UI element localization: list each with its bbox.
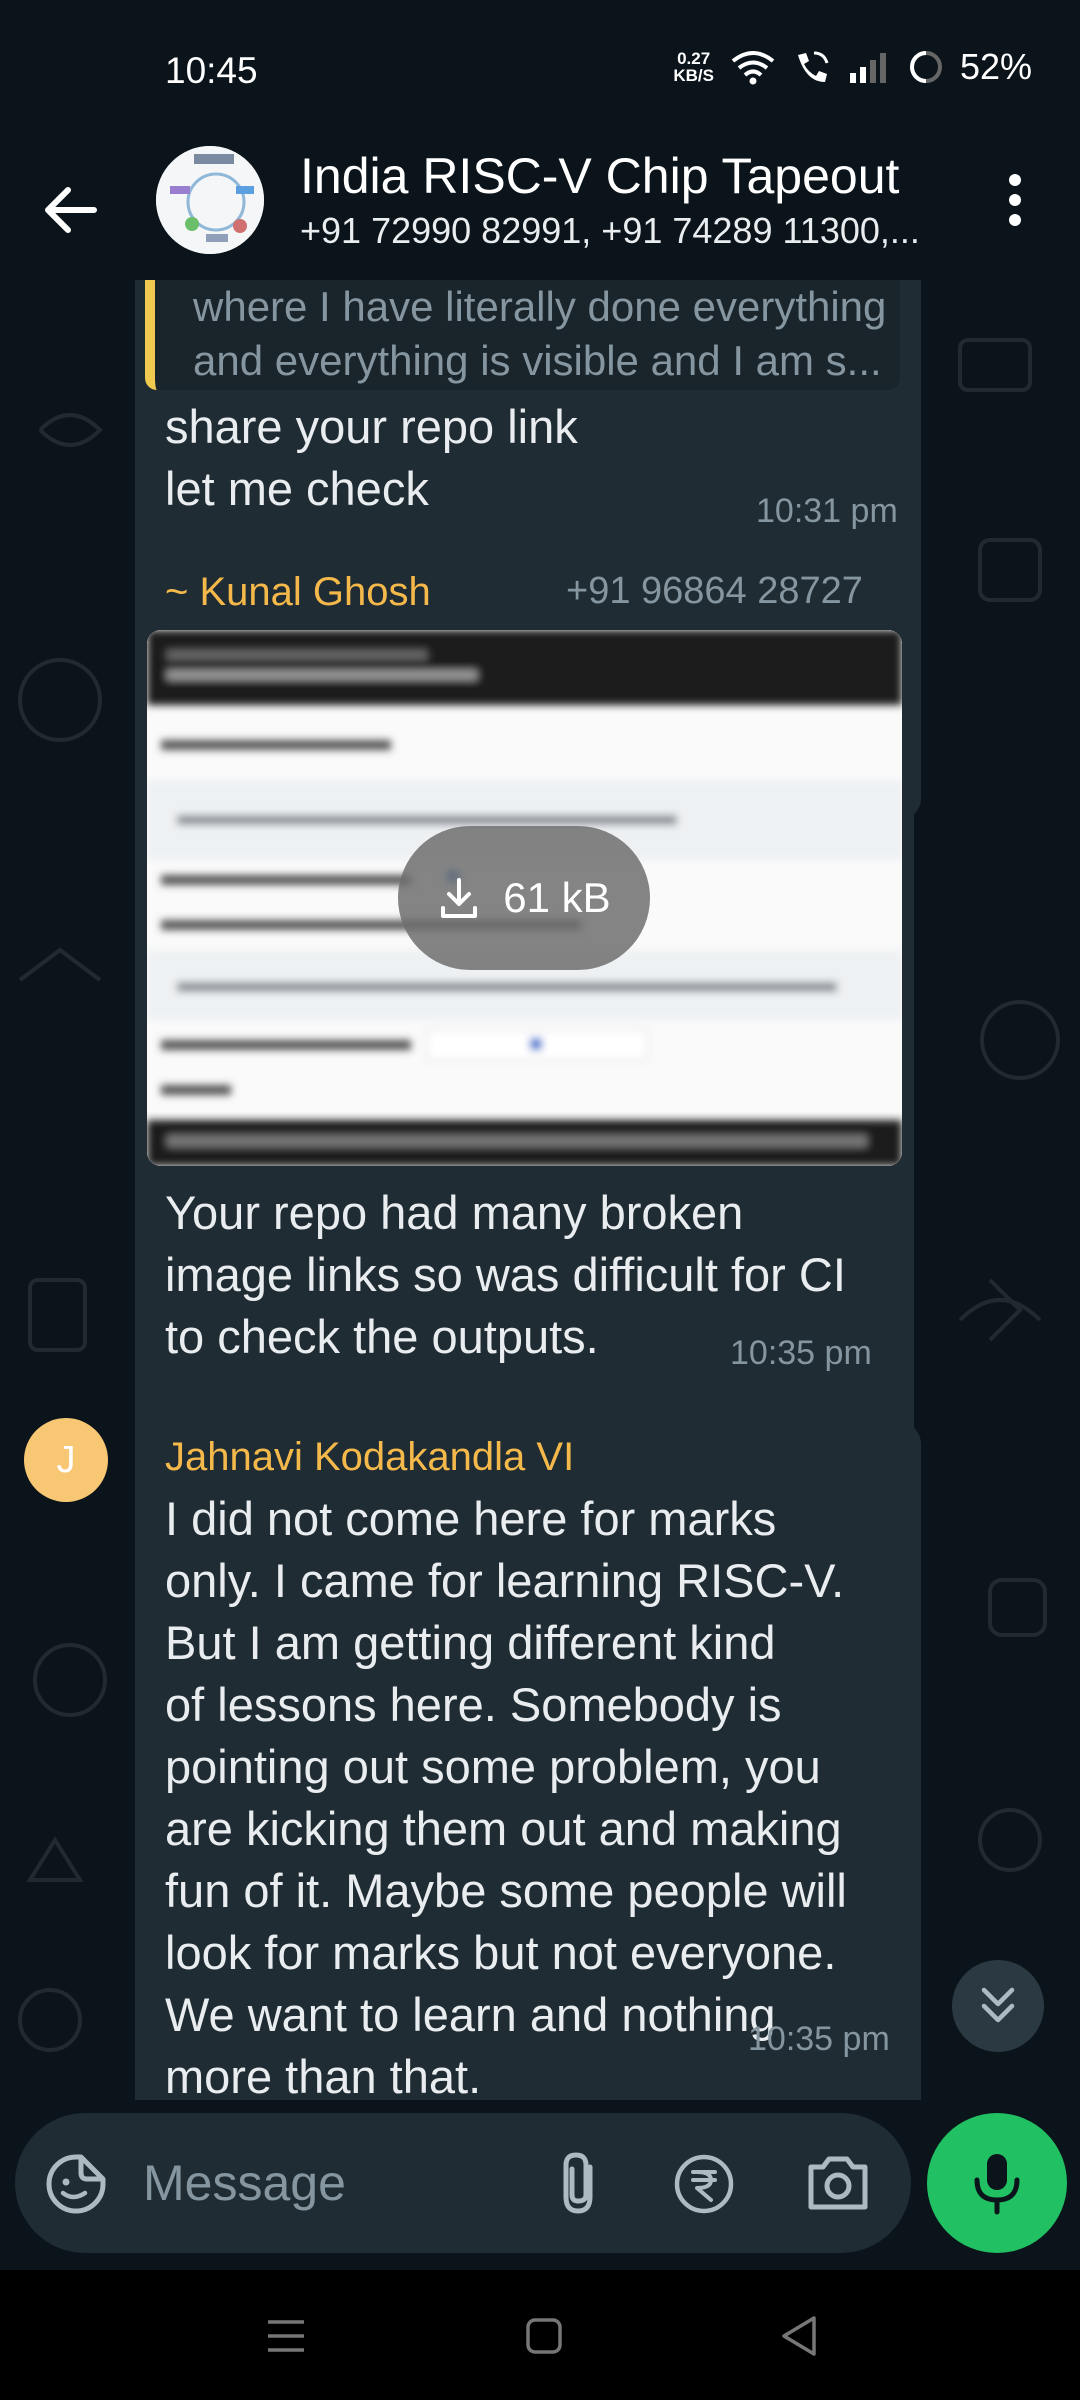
back-triangle-icon[interactable]	[776, 2312, 824, 2360]
recents-menu-icon[interactable]	[262, 2312, 310, 2360]
download-button[interactable]: 61 kB	[398, 826, 650, 970]
attach-icon[interactable]	[550, 2151, 610, 2217]
sender-name[interactable]: Jahnavi Kodakandla VI	[165, 1435, 574, 1480]
message-time: 10:31 pm	[756, 492, 898, 530]
home-square-icon[interactable]	[520, 2312, 568, 2360]
rupee-icon[interactable]	[673, 2153, 735, 2215]
sender-name[interactable]: ~ Kunal Ghosh	[165, 570, 431, 615]
signal-icon	[849, 53, 886, 83]
attachment-size: 61 kB	[503, 874, 611, 921]
group-members[interactable]: +91 72990 82991, +91 74289 11300,...	[300, 210, 920, 252]
voice-message-button[interactable]	[927, 2113, 1067, 2253]
group-avatar-image	[156, 146, 264, 254]
message-time: 10:35 pm	[730, 1334, 872, 1372]
quoted-message[interactable]: where I have literally done everything a…	[145, 280, 900, 390]
status-icons: 0.27 KB/S 52%	[673, 46, 1032, 88]
message-input[interactable]	[143, 2148, 483, 2218]
message-composer	[15, 2113, 911, 2253]
wifi-call-icon	[797, 51, 829, 82]
group-title[interactable]: India RISC-V Chip Tapeout	[300, 147, 899, 205]
system-nav-bar	[0, 2270, 1080, 2400]
double-chevron-down-icon	[981, 1987, 1015, 2023]
quoted-text: where I have literally done everything a…	[193, 283, 887, 384]
scroll-to-bottom-button[interactable]	[952, 1960, 1044, 2052]
download-icon	[441, 878, 478, 918]
battery-percent: 52%	[959, 46, 1032, 87]
message-text: share your repo link let me check	[165, 400, 578, 515]
message-time: 10:35 pm	[748, 2020, 890, 2058]
more-vert-icon[interactable]	[995, 170, 1035, 230]
net-speed: 0.27 KB/S	[673, 49, 714, 85]
status-bar: 10:45 0.27 KB/S 52%	[0, 0, 1080, 140]
wifi-icon	[731, 51, 775, 85]
sender-avatar[interactable]: J	[24, 1418, 108, 1502]
mic-icon	[974, 2154, 1020, 2215]
battery-ring-icon	[909, 51, 942, 83]
sender-phone: +91 96864 28727	[566, 570, 863, 612]
chat-area[interactable]: where I have literally done everything a…	[0, 280, 1080, 2100]
emoji-icon[interactable]	[45, 2153, 107, 2215]
back-arrow-icon[interactable]	[40, 182, 100, 238]
status-time: 10:45	[165, 50, 258, 91]
group-avatar[interactable]	[156, 146, 264, 254]
camera-icon[interactable]	[805, 2153, 871, 2213]
message-text: I did not come here for marks only. I ca…	[165, 1492, 847, 2100]
